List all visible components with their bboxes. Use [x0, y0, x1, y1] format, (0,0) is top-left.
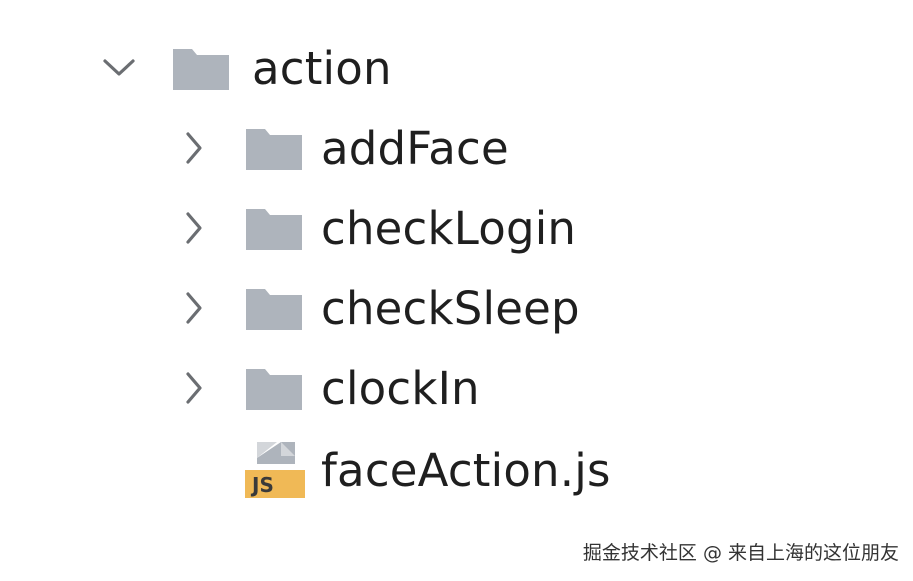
- tree-item-label: action: [252, 41, 392, 95]
- tree-item-label: clockIn: [321, 361, 480, 415]
- tree-item-checklogin[interactable]: checkLogin: [175, 198, 576, 258]
- tree-item-addface[interactable]: addFace: [175, 118, 509, 178]
- tree-item-clockin[interactable]: clockIn: [175, 358, 480, 418]
- tree-item-label: faceAction.js: [321, 443, 611, 497]
- chevron-right-icon[interactable]: [175, 368, 213, 408]
- folder-icon: [245, 123, 305, 173]
- tree-item-faceaction-js[interactable]: JS faceAction.js: [175, 440, 611, 500]
- folder-icon: [245, 283, 305, 333]
- tree-item-label: checkSleep: [321, 281, 580, 335]
- chevron-right-icon[interactable]: [175, 128, 213, 168]
- js-file-icon: JS: [245, 442, 305, 498]
- file-tree: action addFace checkLogin checkSleep clo…: [0, 0, 913, 581]
- tree-item-checksleep[interactable]: checkSleep: [175, 278, 580, 338]
- tree-item-action[interactable]: action: [100, 38, 392, 98]
- tree-item-label: checkLogin: [321, 201, 577, 255]
- folder-icon: [172, 43, 232, 93]
- folder-icon: [245, 203, 305, 253]
- js-badge-text: JS: [250, 473, 274, 497]
- chevron-right-icon[interactable]: [175, 288, 213, 328]
- chevron-right-icon[interactable]: [175, 208, 213, 248]
- tree-item-label: addFace: [321, 121, 509, 175]
- chevron-down-icon[interactable]: [100, 48, 138, 88]
- folder-icon: [245, 363, 305, 413]
- watermark-text: 掘金技术社区 @ 来自上海的这位朋友: [582, 542, 899, 564]
